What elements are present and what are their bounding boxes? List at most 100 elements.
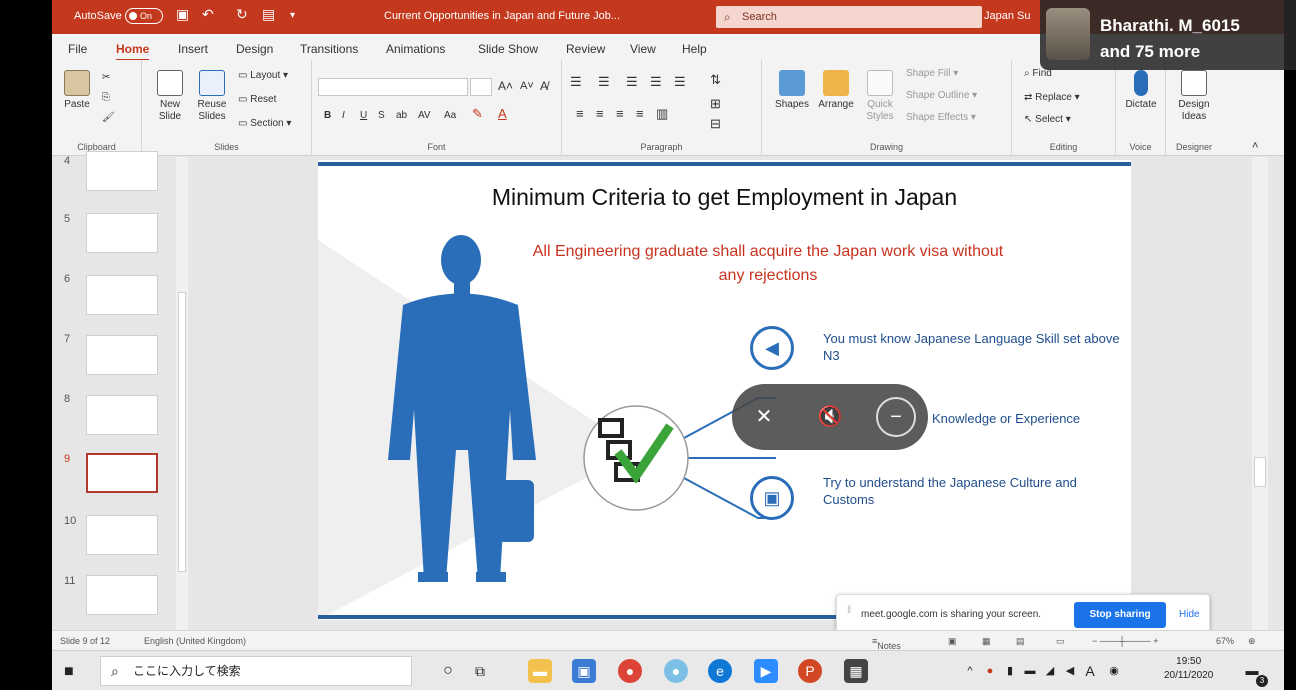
font-size-box[interactable] <box>470 78 492 96</box>
cortana-icon[interactable]: ○ <box>436 659 460 683</box>
tab-insert[interactable]: Insert <box>178 42 208 56</box>
remove-icon[interactable]: − <box>876 397 916 437</box>
strikethrough-icon[interactable]: ab <box>396 110 407 122</box>
slide-show-icon[interactable]: ▭ <box>1056 636 1065 647</box>
increase-indent-icon[interactable]: ☰ <box>650 75 662 88</box>
decrease-indent-icon[interactable]: ☰ <box>626 75 638 88</box>
slide-thumbnail-9[interactable] <box>86 453 158 493</box>
columns-icon[interactable]: ▥ <box>656 107 668 120</box>
save-icon[interactable]: ▣ <box>176 6 189 23</box>
align-center-icon[interactable]: ≡ <box>596 107 604 120</box>
edge-icon[interactable]: e <box>708 659 732 683</box>
decrease-font-icon[interactable]: A˅ <box>520 80 534 92</box>
powerpoint-icon[interactable]: P <box>798 659 822 683</box>
font-name-box[interactable] <box>318 78 468 96</box>
align-left-icon[interactable]: ≡ <box>576 107 584 120</box>
reading-view-icon[interactable]: ▤ <box>1016 636 1025 647</box>
italic-button[interactable]: I <box>342 110 345 122</box>
replace-button[interactable]: ⇄ Replace ▾ <box>1024 92 1080 104</box>
quick-styles-button[interactable]: Quick Styles <box>860 70 900 123</box>
copy-icon[interactable]: ⎘ <box>102 92 110 104</box>
shape-fill-button[interactable]: Shape Fill ▾ <box>906 68 958 80</box>
taskbar-search[interactable]: ⌕ ここに入力して検索 <box>100 656 412 686</box>
shape-effects-button[interactable]: Shape Effects ▾ <box>906 112 976 124</box>
chrome-icon[interactable]: ● <box>618 659 642 683</box>
align-text-icon[interactable]: ⊞ <box>710 97 721 110</box>
undo-icon[interactable]: ↶ <box>202 6 214 23</box>
slide-scroll-thumb[interactable] <box>1254 457 1266 487</box>
clear-formatting-icon[interactable]: A̸ <box>540 80 548 92</box>
format-painter-icon[interactable]: 🖌 <box>102 112 115 124</box>
font-color-icon[interactable]: A <box>498 107 507 120</box>
tab-slide-show[interactable]: Slide Show <box>478 42 538 56</box>
app-icon[interactable]: ▣ <box>572 659 596 683</box>
align-right-icon[interactable]: ≡ <box>616 107 624 120</box>
slide-scrollbar[interactable] <box>1252 157 1268 630</box>
start-from-beginning-icon[interactable]: ▤ <box>262 6 275 23</box>
slide-thumbnail-8[interactable] <box>86 395 158 435</box>
zoom-app-icon[interactable]: ▶ <box>754 659 778 683</box>
new-slide-button[interactable]: New Slide <box>150 70 190 123</box>
slide-thumbnail-7[interactable] <box>86 335 158 375</box>
select-button[interactable]: ↖ Select ▾ <box>1024 114 1071 126</box>
tab-review[interactable]: Review <box>566 42 605 56</box>
bullets-icon[interactable]: ☰ <box>570 75 582 88</box>
notes-button[interactable]: ≡ Notes <box>872 636 901 651</box>
increase-font-icon[interactable]: A˄ <box>498 80 513 92</box>
search-box[interactable]: ⌕ Search <box>716 6 982 28</box>
hide-button[interactable]: Hide <box>1179 609 1200 620</box>
line-spacing-icon[interactable]: ☰ <box>674 75 686 88</box>
clock[interactable]: 19:50 20/11/2020 <box>1164 655 1213 683</box>
tab-help[interactable]: Help <box>682 42 707 56</box>
redo-icon[interactable]: ↻ <box>236 6 248 23</box>
shapes-button[interactable]: Shapes <box>772 70 812 111</box>
tab-file[interactable]: File <box>68 42 87 56</box>
collapse-ribbon-icon[interactable]: ˄ <box>1252 140 1258 152</box>
slide-thumbnail-10[interactable] <box>86 515 158 555</box>
ime-indicator[interactable]: A <box>1078 659 1102 683</box>
file-explorer-icon[interactable]: ▬ <box>528 659 552 683</box>
zoom-level[interactable]: 67% <box>1216 636 1234 646</box>
language-status[interactable]: English (United Kingdom) <box>144 636 246 646</box>
browser-icon[interactable]: ● <box>664 659 688 683</box>
section-button[interactable]: ▭ Section ▾ <box>238 118 291 130</box>
tab-transitions[interactable]: Transitions <box>300 42 358 56</box>
slide-thumbnail-6[interactable] <box>86 275 158 315</box>
numbering-icon[interactable]: ☰ <box>598 75 610 88</box>
tab-design[interactable]: Design <box>236 42 273 56</box>
task-view-icon[interactable]: ⧉ <box>468 659 492 683</box>
arrange-button[interactable]: Arrange <box>816 70 856 111</box>
justify-icon[interactable]: ≡ <box>636 107 644 120</box>
design-ideas-button[interactable]: Design Ideas <box>1172 70 1216 123</box>
reuse-slides-button[interactable]: Reuse Slides <box>192 70 232 123</box>
slide-thumbnail-4[interactable] <box>86 151 158 191</box>
autosave-toggle[interactable]: On <box>125 8 163 24</box>
drag-handle-icon[interactable]: ‖ <box>847 605 851 616</box>
paste-button[interactable]: Paste <box>62 70 92 111</box>
thumbnails-scrollbar[interactable] <box>176 157 188 630</box>
normal-view-icon[interactable]: ▣ <box>948 636 957 647</box>
store-icon[interactable]: ▦ <box>844 659 868 683</box>
meet-presenter-tile[interactable]: Bharathi. M_6015 and 75 more <box>1040 0 1296 70</box>
stop-sharing-button[interactable]: Stop sharing <box>1074 602 1166 628</box>
change-case-icon[interactable]: Aa <box>444 110 456 122</box>
zoom-slider[interactable]: − ───┼──── + <box>1092 636 1159 646</box>
underline-button[interactable]: U <box>360 110 367 122</box>
text-direction-icon[interactable]: ⇅ <box>710 73 721 86</box>
slide-sorter-icon[interactable]: ▦ <box>982 636 991 647</box>
slide-canvas[interactable]: Minimum Criteria to get Employment in Ja… <box>318 160 1131 620</box>
user-name[interactable]: Japan Su <box>984 10 1030 22</box>
char-spacing-icon[interactable]: AV <box>418 110 431 122</box>
ime-settings-icon[interactable]: ◉ <box>1102 659 1126 683</box>
tab-animations[interactable]: Animations <box>386 42 445 56</box>
layout-button[interactable]: ▭ Layout ▾ <box>238 70 288 82</box>
slide-thumbnail-5[interactable] <box>86 213 158 253</box>
shape-outline-button[interactable]: Shape Outline ▾ <box>906 90 977 102</box>
bold-button[interactable]: B <box>324 110 331 122</box>
fit-to-window-icon[interactable]: ⊕ <box>1248 636 1256 647</box>
pin-off-icon[interactable]: ✕ <box>744 397 784 437</box>
slide-thumbnail-11[interactable] <box>86 575 158 615</box>
document-title[interactable]: Current Opportunities in Japan and Futur… <box>384 10 620 22</box>
shadow-button[interactable]: S <box>378 110 385 122</box>
dictate-button[interactable]: Dictate <box>1122 70 1160 111</box>
